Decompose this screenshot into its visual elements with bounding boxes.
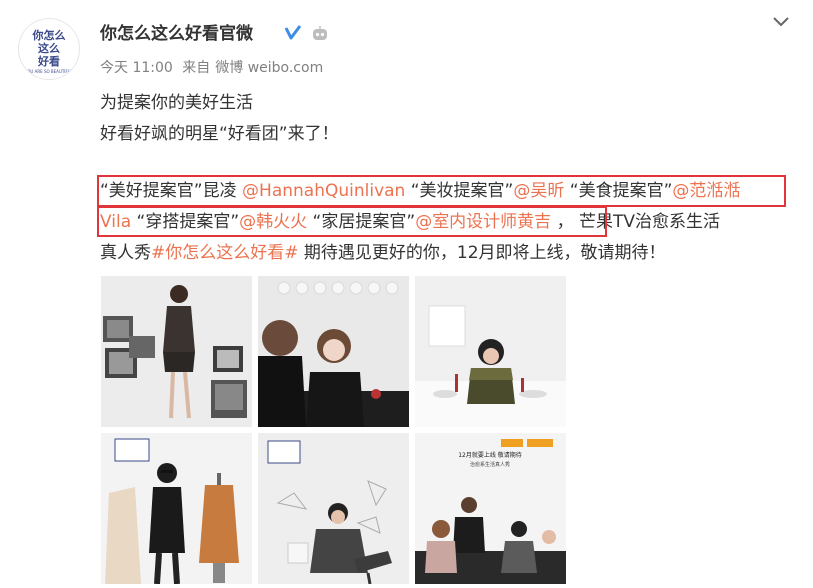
mention-link-huangji[interactable]: @室内设计师黄吉 [415,212,551,232]
photo-5[interactable] [258,433,409,584]
text-segment: “家居提案官” [307,212,416,232]
photo-6-caption-2: 治愈系生活真人秀 [470,461,510,468]
photo-grid: 12月就要上线 敬请期待 治愈系生活真人秀 [101,276,567,584]
post-meta: 今天 11:00 来自 微博 weibo.com [100,58,328,78]
verified-badge-icon [284,24,302,46]
photo-2[interactable] [258,276,409,427]
text-segment: “美食提案官” [564,181,673,201]
photo-6-caption-1: 12月就要上线 敬请期待 [458,451,522,459]
text-segment: ， 芒果TV治愈系生活 [551,212,721,232]
avatar-text-2: 这么 [38,41,60,55]
post-source[interactable]: 微博 weibo.com [215,60,323,76]
mention-link-wuxin[interactable]: @吴昕 [513,181,564,201]
text-segment: “美好提案官”昆凌 [100,181,243,201]
hashtag-link[interactable]: #你怎么这么好看# [151,243,299,263]
avatar[interactable]: 你怎么 这么 好看 YOU ARE SO BEAUTIFUL [18,18,80,80]
robot-badge-icon [310,25,330,47]
avatar-text-1: 你怎么 [32,28,66,42]
author-name[interactable]: 你怎么这么好看官微 [100,22,253,46]
text-line-4: Vila “穿搭提案官”@韩火火 “家居提案官”@室内设计师黄吉 ， 芒果TV治… [100,207,800,238]
text-segment: 期待遇见更好的你，12月即将上线，敬请期待！ [298,243,666,263]
text-segment: “美妆提案官” [405,181,514,201]
photo-1[interactable] [101,276,252,427]
photo-3[interactable] [415,276,566,427]
avatar-logo: 你怎么 这么 好看 YOU ARE SO BEAUTIFUL [21,21,77,77]
text-line-5: 真人秀#你怎么这么好看# 期待遇见更好的你，12月即将上线，敬请期待！ [100,238,800,269]
text-segment: 真人秀 [100,243,151,263]
avatar-subtext: YOU ARE SO BEAUTIFUL [24,69,74,74]
text-line-2: 好看好飒的明星“好看团”来了！ [100,124,339,144]
photo-6[interactable]: 12月就要上线 敬请期待 治愈系生活真人秀 [415,433,566,584]
mention-link-fantiantian-cont[interactable]: Vila [100,212,131,232]
text-line-1: 为提案你的美好生活 [100,93,253,113]
text-line-3: “美好提案官”昆凌 @HannahQuinlivan “美妆提案官”@吴昕 “美… [100,176,800,207]
post-text: 为提案你的美好生活 好看好飒的明星“好看团”来了！ “美好提案官”昆凌 @Han… [100,88,800,269]
text-segment: “穿搭提案官” [131,212,240,232]
chevron-down-icon[interactable] [771,14,791,33]
mention-link-fantiantian[interactable]: @范湉湉 [672,181,740,201]
avatar-text-3: 好看 [37,54,60,68]
photo-4[interactable] [101,433,252,584]
mention-link-hanhuohuo[interactable]: @韩火火 [239,212,307,232]
post-time[interactable]: 今天 11:00 [100,60,173,76]
mention-link-hannah[interactable]: @HannahQuinlivan [242,181,405,201]
source-prefix: 来自 [182,60,211,76]
